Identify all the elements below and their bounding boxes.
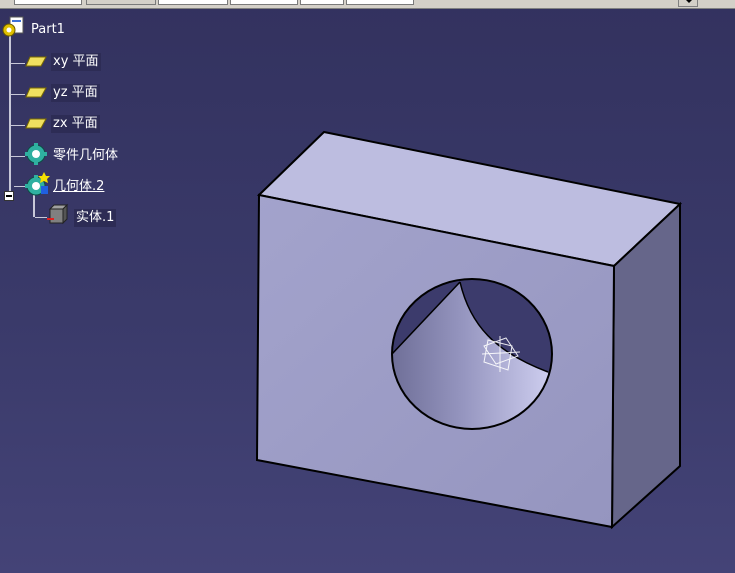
tree-connector: [33, 195, 35, 217]
tree-item-label: 几何体.2: [53, 179, 105, 194]
collapse-toggle-icon[interactable]: [4, 191, 14, 201]
tree-item-label: zx 平面: [51, 115, 100, 133]
tree-item-label: 零件几何体: [53, 148, 119, 163]
plane-icon: [25, 87, 47, 98]
specification-tree: Part1 xy 平面 yz 平面 zx 平面 零件几何体 几何体.2 实体.1: [0, 14, 200, 244]
tree-connector: [11, 125, 25, 126]
tree-connector: [11, 94, 25, 95]
block-solid[interactable]: [255, 130, 683, 530]
plane-icon: [25, 118, 47, 129]
tree-item-label: yz 平面: [51, 84, 100, 102]
tree-item-label: 实体.1: [74, 209, 117, 227]
tree-item-label: xy 平面: [51, 53, 101, 71]
body-icon: [25, 172, 50, 196]
tree-connector: [11, 156, 25, 157]
part-body-icon: [25, 143, 47, 165]
tree-connector: [9, 34, 11, 199]
tree-connector: [11, 63, 25, 64]
tree-item-label: Part1: [31, 22, 65, 37]
part-icon: [2, 16, 24, 37]
plane-icon: [25, 56, 47, 67]
solid-icon: [47, 203, 69, 225]
